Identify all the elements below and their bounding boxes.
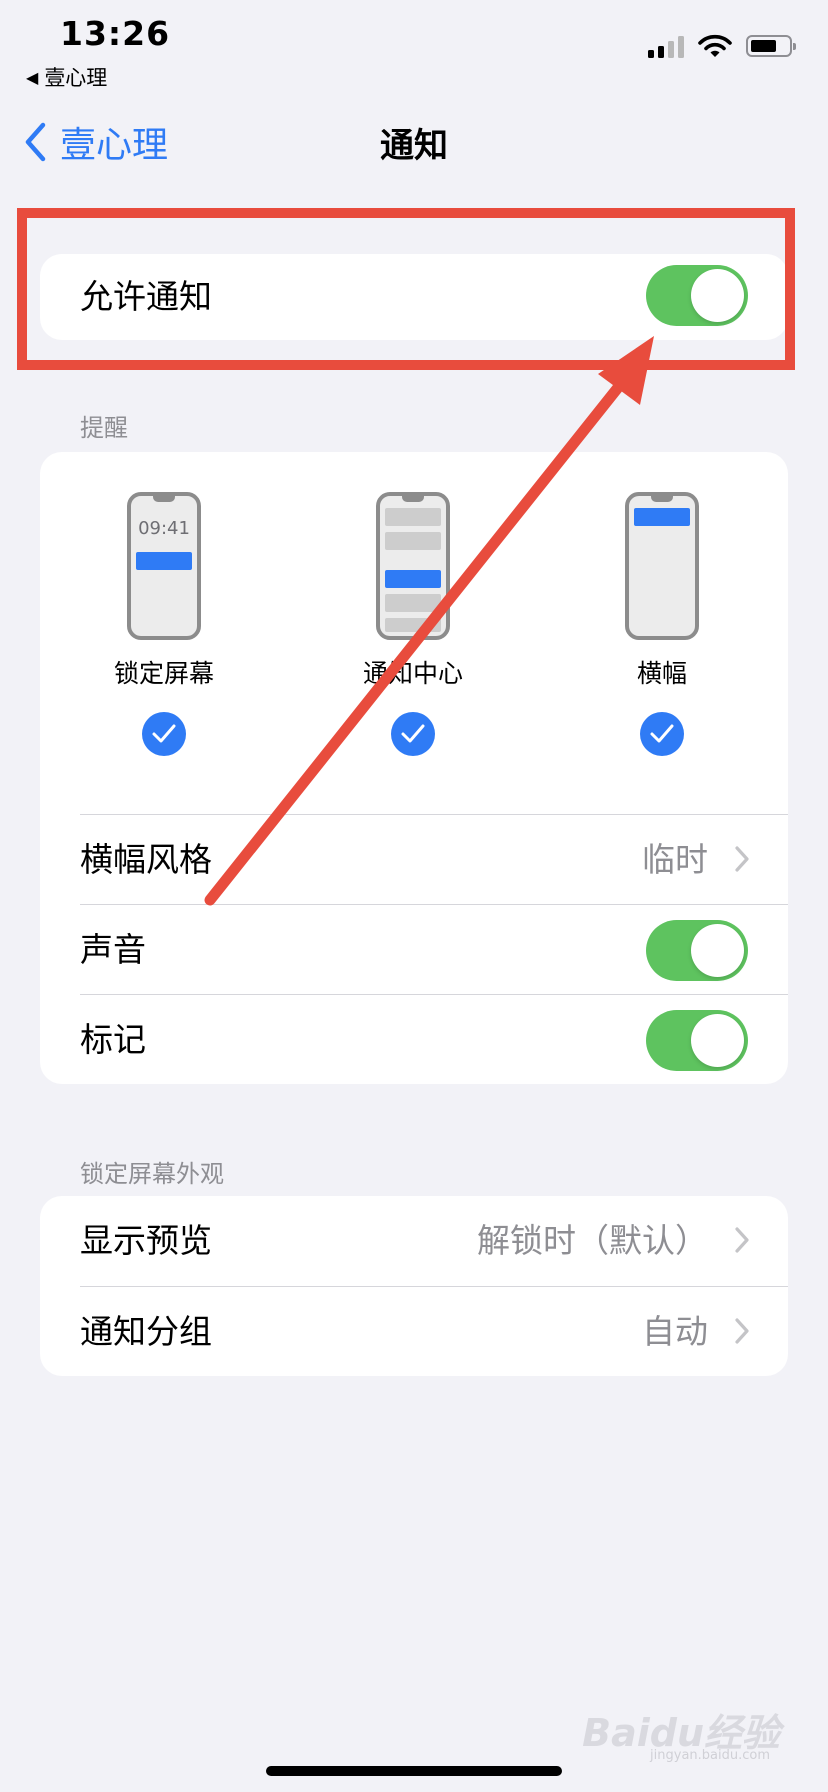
annotation-arrow-icon xyxy=(204,336,654,906)
watermark-url: jingyan.baidu.com xyxy=(650,1748,770,1763)
home-indicator[interactable] xyxy=(266,1766,562,1776)
